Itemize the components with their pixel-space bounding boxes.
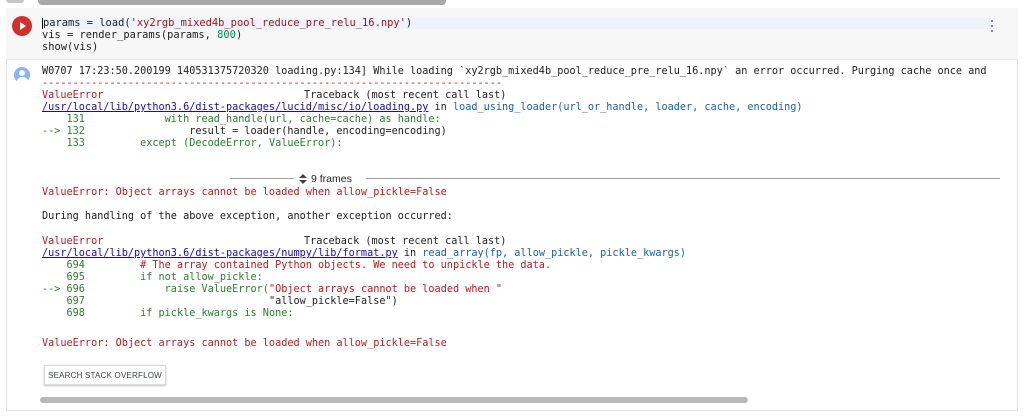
function-signature: read_array(fp, allow_pickle, pickle_kwar… bbox=[422, 248, 687, 259]
current-line-arrow: --> 696 bbox=[42, 284, 85, 295]
file-link-format-py[interactable]: /usr/local/lib/python3.6/dist-packages/n… bbox=[42, 248, 398, 259]
traceback-2-line-695: 695 if not allow_pickle: bbox=[42, 272, 263, 284]
traceback-2-line-694: 694 # The array contained Python objects… bbox=[42, 260, 552, 272]
traceback-2-line-698: 698 if pickle_kwargs is None: bbox=[42, 308, 294, 320]
cell-more-options-icon[interactable] bbox=[985, 18, 999, 34]
code-text: show(vis) bbox=[42, 41, 99, 53]
in-word: in bbox=[428, 102, 453, 113]
line-number: 697 bbox=[42, 296, 85, 307]
traceback-1-line-131: 131 with read_handle(url, cache=cache) a… bbox=[42, 114, 441, 126]
frames-toggle[interactable]: 9 frames bbox=[298, 172, 352, 186]
code-string: 'xy2rgb_mixed4b_pool_reduce_pre_relu_16.… bbox=[130, 17, 406, 29]
line-number: 698 bbox=[42, 308, 85, 319]
code-editor[interactable]: params = load('xy2rgb_mixed4b_pool_reduc… bbox=[42, 16, 994, 55]
search-stack-overflow-button[interactable]: SEARCH STACK OVERFLOW bbox=[44, 365, 166, 385]
code-text: vis = render_params(params, bbox=[42, 29, 218, 41]
code-text: ) bbox=[235, 29, 243, 41]
output-horizontal-scrollbar[interactable] bbox=[40, 397, 748, 403]
top-scrollbar-thumb[interactable] bbox=[38, 0, 446, 5]
traceback-1-line-133: 133 except (DecodeError, ValueError): bbox=[42, 138, 343, 150]
traceback-2-header-right: Traceback (most recent call last) bbox=[304, 236, 507, 247]
code-text: with read_handle(url, cache=cache) as ha… bbox=[84, 114, 441, 125]
traceback-1-location: /usr/local/lib/python3.6/dist-packages/l… bbox=[42, 102, 803, 114]
code-text: ) bbox=[405, 17, 413, 29]
traceback-2-line-696: --> 696 raise ValueError("Object arrays … bbox=[42, 284, 502, 296]
code-line-3: show(vis) bbox=[42, 42, 98, 53]
traceback-2-header: ValueError bbox=[42, 236, 104, 247]
expand-collapse-icon bbox=[298, 173, 308, 185]
traceback-1-header-right: Traceback (most recent call last) bbox=[304, 90, 507, 101]
code-text: if pickle_kwargs is None: bbox=[84, 308, 294, 319]
code-text: result = loader(handle, encoding=encodin… bbox=[84, 126, 447, 137]
code-line-2: vis = render_params(params, 800) bbox=[42, 30, 242, 41]
top-left-edge bbox=[6, 0, 24, 3]
code-string: "Object arrays cannot be loaded when " bbox=[268, 284, 503, 295]
code-comment: # The array contained Python objects. We… bbox=[84, 260, 552, 271]
error-name: ValueError bbox=[42, 90, 104, 101]
line-number: 694 bbox=[42, 260, 85, 271]
top-scrollbar-track[interactable] bbox=[0, 0, 1024, 6]
during-handling-message: During handling of the above exception, … bbox=[42, 211, 453, 222]
traceback-1-header: ValueError bbox=[42, 90, 103, 102]
file-link-loading-py[interactable]: /usr/local/lib/python3.6/dist-packages/l… bbox=[42, 102, 428, 113]
collapsed-frames-row: 9 frames bbox=[42, 172, 1000, 186]
output-avatar-icon bbox=[14, 67, 30, 83]
code-number: 800 bbox=[217, 29, 236, 41]
in-word: in bbox=[397, 248, 423, 259]
line-number: 131 bbox=[42, 114, 85, 125]
cell-output: W0707 17:23:50.200199 140531375720320 lo… bbox=[42, 66, 1010, 396]
code-line-1: params = load('xy2rgb_mixed4b_pool_reduc… bbox=[42, 18, 994, 29]
warning-line: W0707 17:23:50.200199 140531375720320 lo… bbox=[42, 66, 987, 77]
current-line-arrow: --> 132 bbox=[42, 126, 85, 137]
frames-label: 9 frames bbox=[311, 173, 352, 185]
code-text: raise ValueError( bbox=[84, 284, 269, 295]
code-text: if not allow_pickle: bbox=[84, 272, 263, 283]
code-text: except (DecodeError, ValueError): bbox=[84, 138, 343, 149]
line-number: 133 bbox=[42, 138, 85, 149]
frames-divider-left bbox=[230, 178, 294, 179]
separator-line: ----------------------------------------… bbox=[42, 78, 503, 89]
run-cell-button[interactable] bbox=[12, 16, 32, 36]
code-string: "allow_pickle=False") bbox=[84, 296, 398, 307]
line-number: 695 bbox=[42, 272, 85, 283]
traceback-2-location: /usr/local/lib/python3.6/dist-packages/n… bbox=[42, 248, 686, 260]
function-signature: load_using_loader(url_or_handle, loader,… bbox=[452, 102, 803, 113]
traceback-2-line-697: 697 "allow_pickle=False") bbox=[42, 296, 398, 308]
code-text: params = load( bbox=[43, 17, 131, 29]
traceback-1-line-132: --> 132 result = loader(handle, encoding… bbox=[42, 126, 447, 138]
frames-divider-right bbox=[366, 178, 1000, 179]
error-message-1: ValueError: Object arrays cannot be load… bbox=[42, 187, 447, 198]
error-message-2: ValueError: Object arrays cannot be load… bbox=[42, 338, 447, 349]
